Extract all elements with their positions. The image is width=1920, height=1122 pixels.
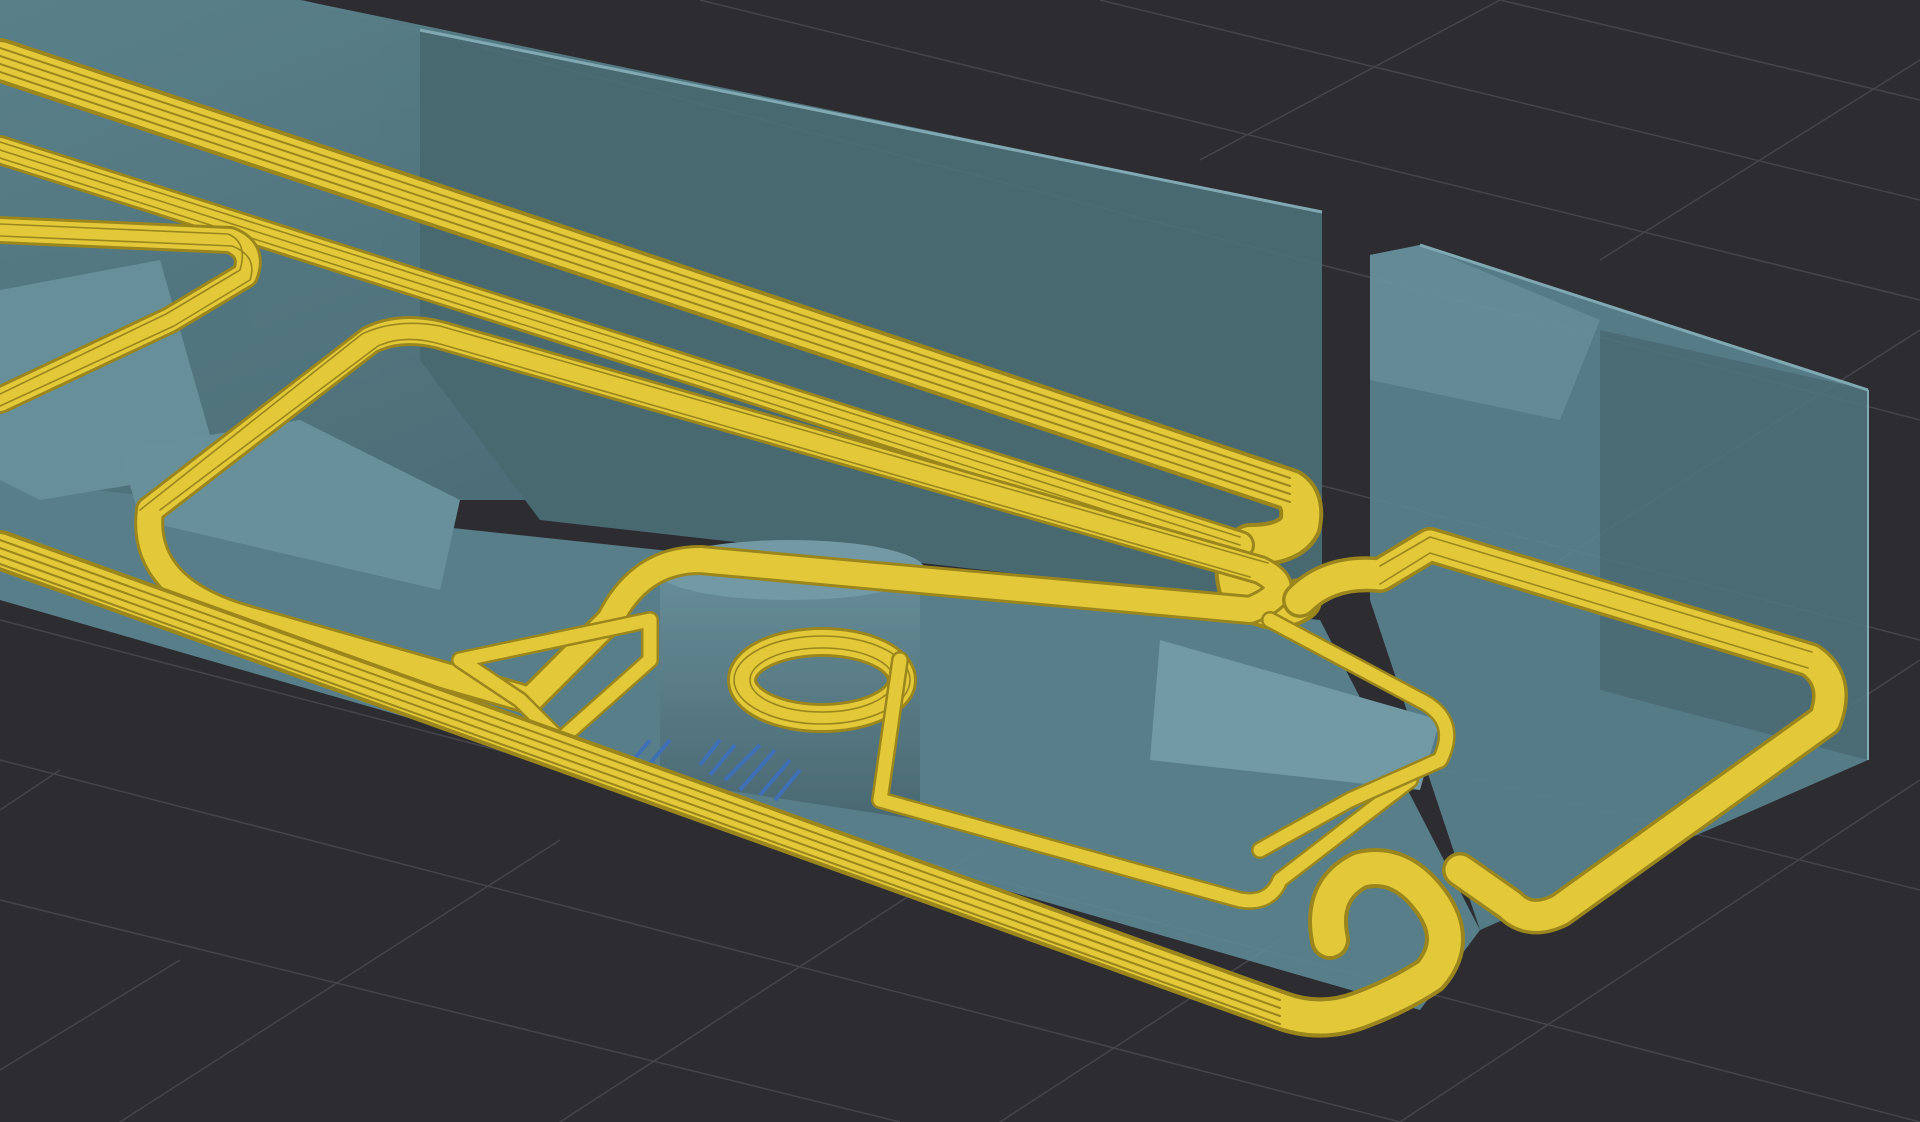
3d-scene[interactable]	[0, 0, 1920, 1122]
slicer-3d-viewport[interactable]	[0, 0, 1920, 1122]
